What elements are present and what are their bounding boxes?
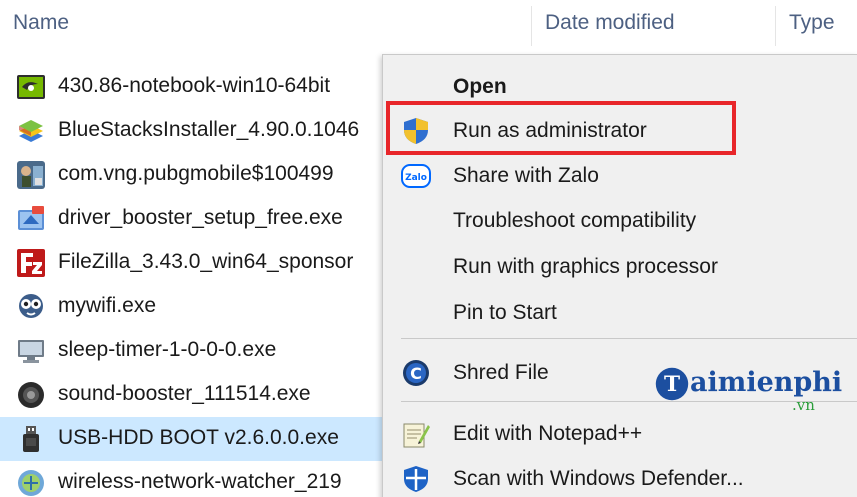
- file-row[interactable]: driver_booster_setup_free.exe: [0, 197, 390, 241]
- svg-text:Zalo: Zalo: [405, 173, 427, 183]
- file-row[interactable]: FileZilla_3.43.0_win64_sponsor: [0, 241, 390, 285]
- file-name: com.vng.pubgmobile$100499: [58, 162, 334, 185]
- watermark-logo-icon: T: [655, 367, 689, 401]
- watermark-logo: T aimienphi .vn: [652, 364, 857, 420]
- svg-text:C: C: [410, 364, 422, 383]
- column-divider[interactable]: [531, 6, 532, 46]
- watermark-logo-letter: T: [664, 372, 680, 397]
- file-name: sound-booster_111514.exe: [58, 382, 311, 405]
- menu-item-pin-to-start[interactable]: Pin to Start: [383, 291, 857, 335]
- menu-item-label: Pin to Start: [453, 301, 557, 324]
- menu-item-label: Edit with Notepad++: [453, 422, 643, 445]
- menu-item-run-as-administrator[interactable]: Run as administrator: [383, 109, 857, 153]
- column-header-type[interactable]: Type: [789, 11, 835, 35]
- shred-file-icon: C: [403, 360, 429, 386]
- sound-booster-icon: [18, 382, 44, 408]
- usb-drive-icon: [23, 426, 39, 452]
- menu-item-share-with-zalo[interactable]: Zalo Share with Zalo: [383, 154, 857, 198]
- file-row[interactable]: sound-booster_111514.exe: [0, 373, 390, 417]
- pubg-icon: [17, 161, 45, 189]
- file-row[interactable]: sleep-timer-1-0-0-0.exe: [0, 329, 390, 373]
- notepadpp-icon: [403, 423, 430, 448]
- menu-item-label: Run with graphics processor: [453, 255, 718, 278]
- column-divider[interactable]: [775, 6, 776, 46]
- file-row-selected[interactable]: USB-HDD BOOT v2.6.0.0.exe: [0, 417, 390, 461]
- file-name: USB-HDD BOOT v2.6.0.0.exe: [58, 426, 339, 449]
- file-name: BlueStacksInstaller_4.90.0.1046: [58, 118, 360, 141]
- file-row[interactable]: mywifi.exe: [0, 285, 390, 329]
- file-name: sleep-timer-1-0-0-0.exe: [58, 338, 277, 361]
- uac-shield-icon: [404, 118, 428, 144]
- column-header-date-modified[interactable]: Date modified: [545, 11, 675, 35]
- file-row[interactable]: BlueStacksInstaller_4.90.0.1046: [0, 109, 390, 153]
- file-name: FileZilla_3.43.0_win64_sponsor: [58, 250, 354, 273]
- menu-item-open[interactable]: Open: [383, 65, 857, 109]
- wireless-watcher-icon: [18, 470, 44, 496]
- column-header-name[interactable]: Name: [13, 11, 69, 35]
- column-header-row: Name Date modified Type: [0, 0, 857, 50]
- windows-defender-icon: [404, 466, 428, 492]
- menu-item-run-with-graphics-processor[interactable]: Run with graphics processor: [383, 245, 857, 289]
- bluestacks-icon: [19, 120, 43, 142]
- sleep-timer-icon: [18, 340, 44, 363]
- menu-separator: [401, 338, 857, 339]
- file-row[interactable]: 430.86-notebook-win10-64bit: [0, 65, 390, 109]
- file-row[interactable]: wireless-network-watcher_219: [0, 461, 390, 497]
- menu-item-troubleshoot-compatibility[interactable]: Troubleshoot compatibility: [383, 199, 857, 243]
- file-name: mywifi.exe: [58, 294, 157, 317]
- file-name: 430.86-notebook-win10-64bit: [58, 74, 331, 97]
- nvidia-icon: [17, 75, 45, 99]
- menu-item-label: Share with Zalo: [453, 164, 599, 187]
- watermark-suffix: .vn: [792, 396, 815, 414]
- menu-item-label: Open: [453, 75, 507, 98]
- explorer-window: Name Date modified Type 430.86-notebook-…: [0, 0, 857, 497]
- menu-item-label: Run as administrator: [453, 119, 647, 142]
- file-name: driver_booster_setup_free.exe: [58, 206, 343, 229]
- watermark-text: aimienphi: [690, 367, 843, 398]
- context-menu: Open Run as administrator Zalo Share wit…: [382, 54, 857, 497]
- menu-item-scan-with-windows-defender[interactable]: Scan with Windows Defender...: [383, 457, 857, 497]
- menu-item-label: Troubleshoot compatibility: [453, 209, 697, 232]
- zalo-icon: Zalo: [401, 164, 431, 188]
- menu-item-label: Scan with Windows Defender...: [453, 467, 744, 490]
- driver-booster-icon: [18, 206, 44, 230]
- mywifi-icon: [19, 294, 43, 318]
- filezilla-icon: [17, 249, 45, 277]
- menu-item-label: Shred File: [453, 361, 549, 384]
- file-row[interactable]: com.vng.pubgmobile$100499: [0, 153, 390, 197]
- file-name: wireless-network-watcher_219: [58, 470, 342, 493]
